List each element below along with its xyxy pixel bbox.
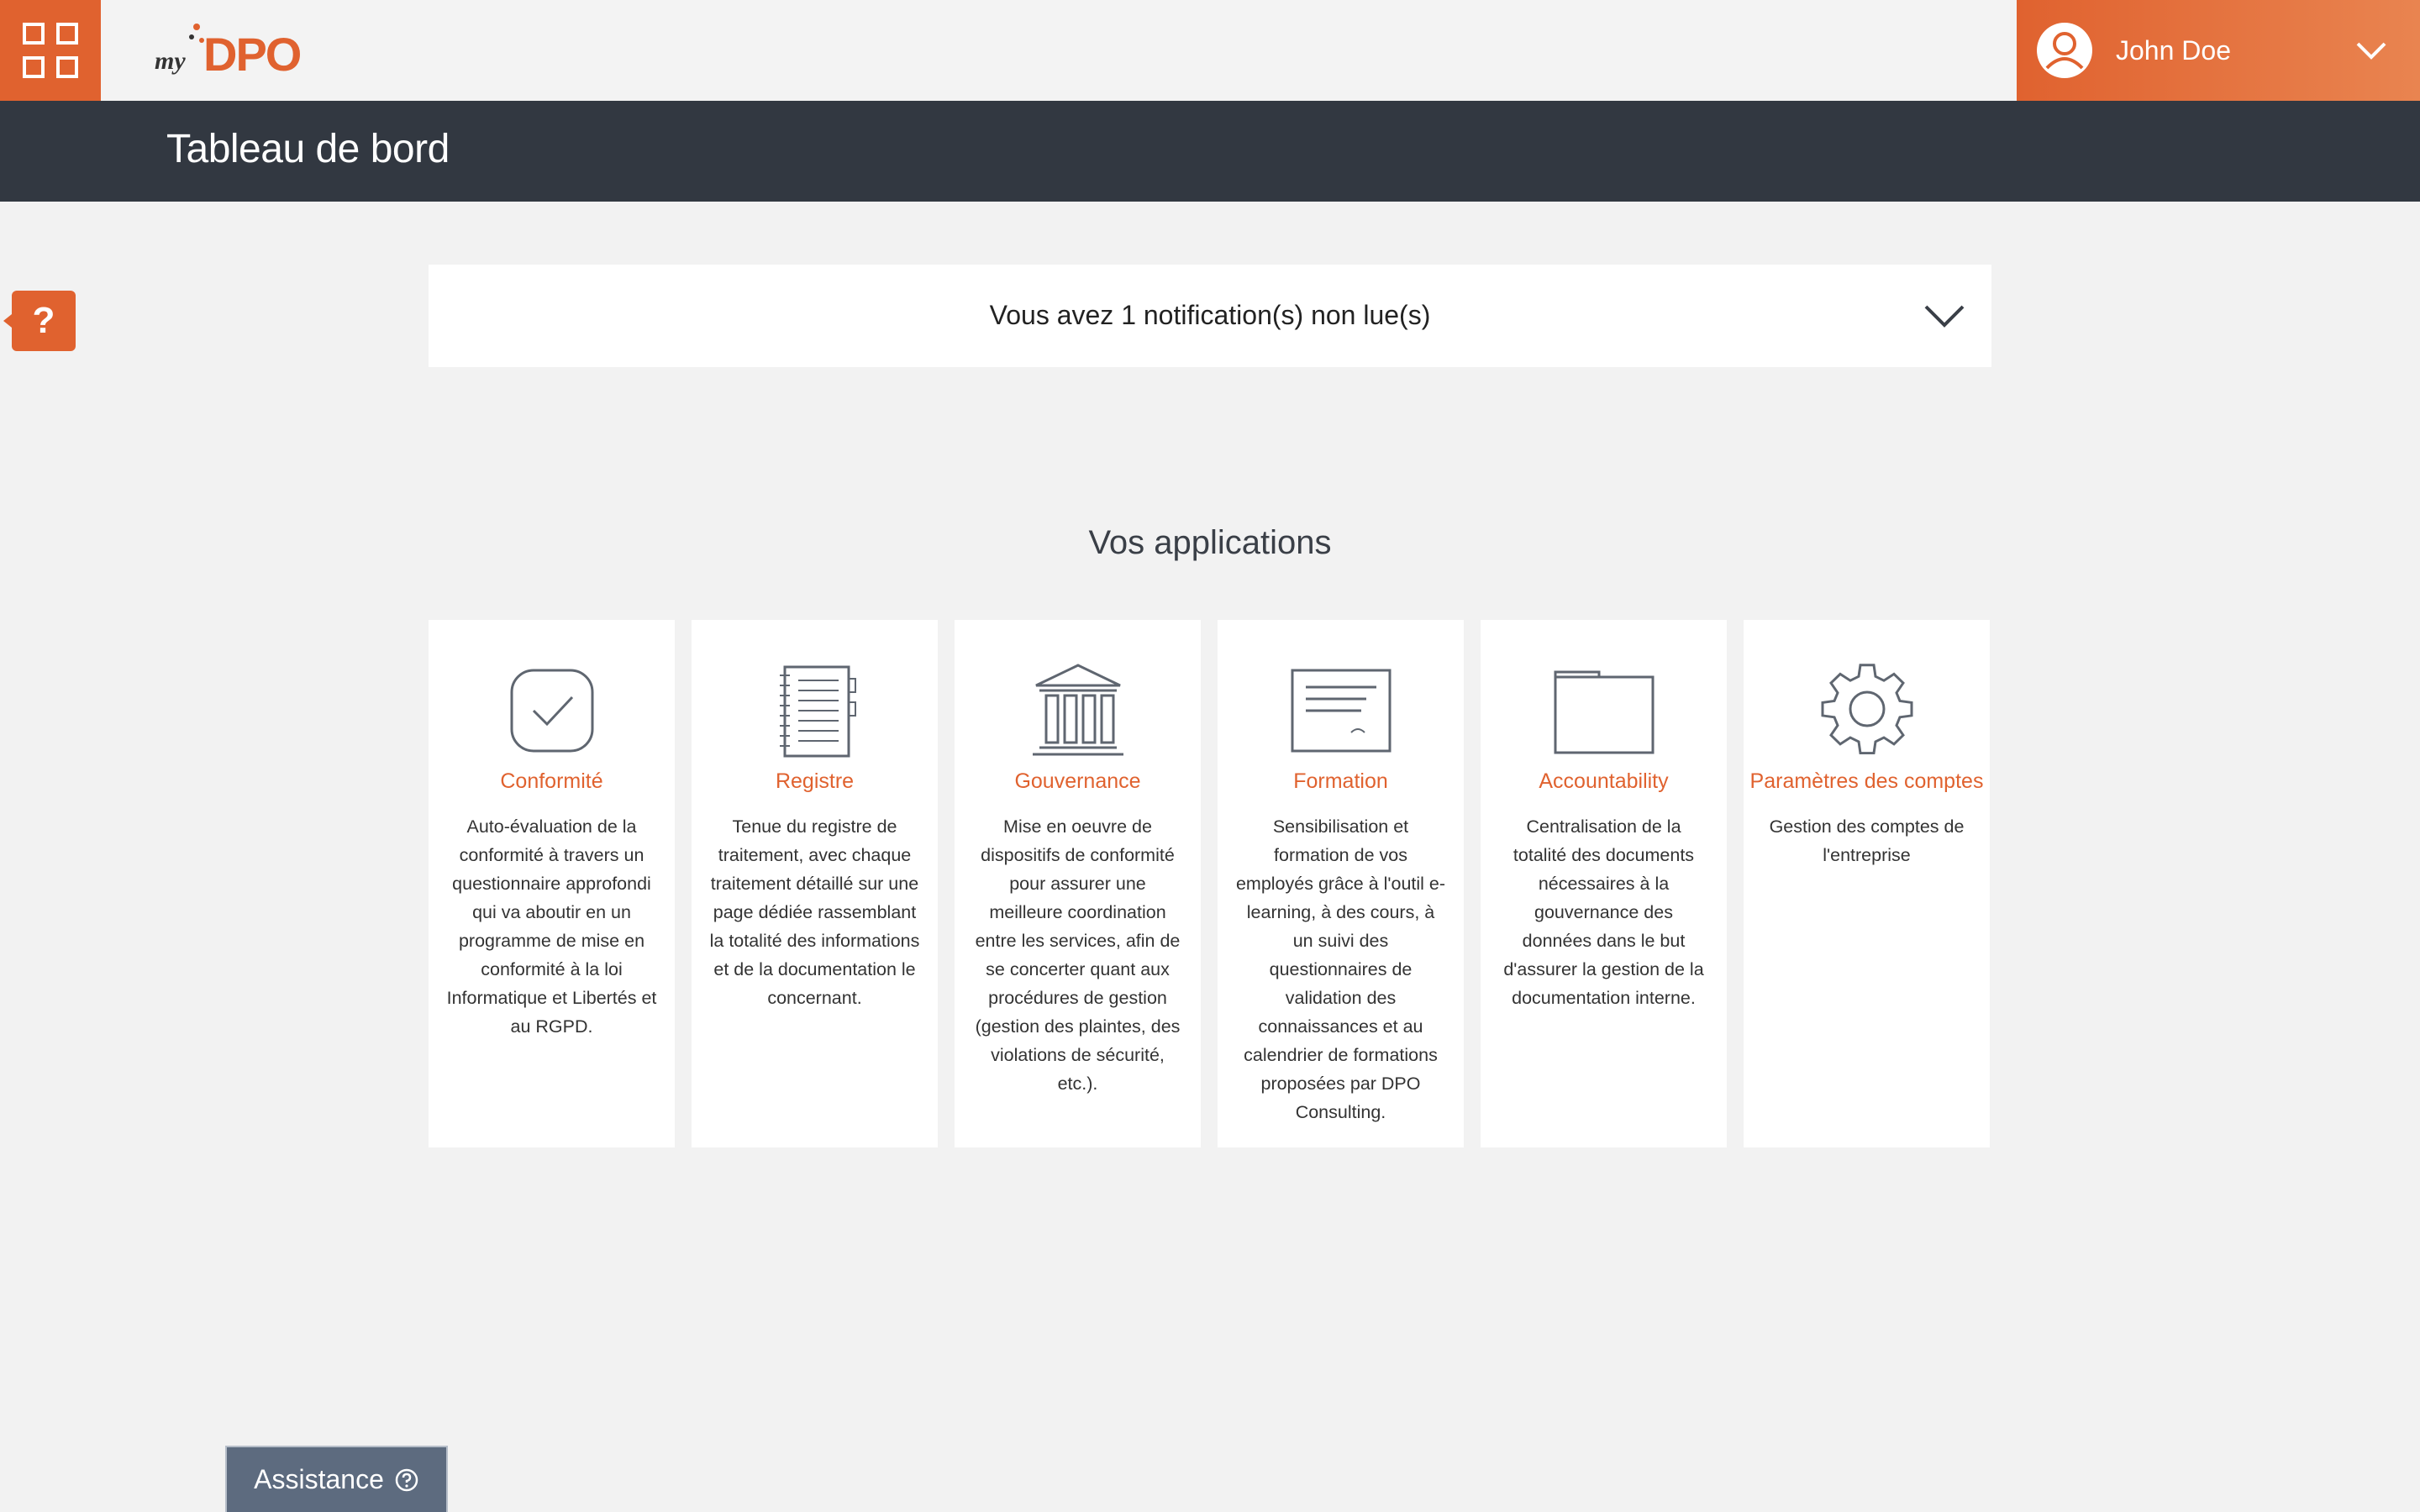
app-card-title: Paramètres des comptes bbox=[1749, 769, 1984, 793]
app-card-title: Gouvernance bbox=[1014, 769, 1141, 793]
app-card-description: Centralisation de la totalité des docume… bbox=[1503, 816, 1704, 1008]
institution-icon bbox=[1032, 664, 1123, 756]
logo-text-brand: DPO bbox=[203, 28, 301, 81]
app-card-description: Tenue du registre de traitement, avec ch… bbox=[709, 816, 920, 1008]
notebook-icon bbox=[779, 665, 856, 758]
notification-bar[interactable]: Vous avez 1 notification(s) non lue(s) bbox=[429, 265, 1991, 367]
app-card-parametres[interactable]: Paramètres des comptes Gestion des compt… bbox=[1744, 620, 1990, 1147]
page-title: Tableau de bord bbox=[166, 127, 450, 171]
app-card-description: Mise en oeuvre de dispositifs de conform… bbox=[975, 816, 1181, 1094]
app-card-title: Formation bbox=[1293, 769, 1388, 793]
check-square-icon bbox=[510, 669, 593, 753]
question-circle-icon bbox=[395, 1468, 418, 1491]
help-button[interactable]: ? bbox=[3, 291, 76, 351]
apps-grid-button[interactable] bbox=[0, 0, 101, 101]
assistance-label: Assistance bbox=[254, 1464, 384, 1494]
logo-text-my: my bbox=[155, 47, 186, 75]
user-avatar-icon bbox=[2037, 23, 2092, 78]
chevron-down-icon bbox=[2356, 42, 2386, 60]
grid-icon bbox=[23, 23, 78, 78]
notification-text: Vous avez 1 notification(s) non lue(s) bbox=[989, 300, 1431, 330]
title-bar: Tableau de bord bbox=[0, 101, 2420, 202]
top-bar: my DPO John Doe bbox=[0, 0, 2420, 101]
mydpo-logo[interactable]: my DPO bbox=[153, 18, 321, 86]
app-card-formation[interactable]: Formation Sensibilisation et formation d… bbox=[1218, 620, 1464, 1147]
user-name: John Doe bbox=[2116, 34, 2231, 66]
app-card-title: Accountability bbox=[1539, 769, 1669, 793]
assistance-button[interactable]: Assistance bbox=[225, 1446, 448, 1512]
app-card-accountability[interactable]: Accountability Centralisation de la tota… bbox=[1481, 620, 1727, 1147]
app-card-description: Auto-évaluation de la conformité à trave… bbox=[446, 816, 657, 1037]
applications-grid: Conformité Auto-évaluation de la conform… bbox=[429, 620, 1991, 1147]
app-card-title: Registre bbox=[775, 769, 855, 793]
applications-heading: Vos applications bbox=[1088, 524, 1332, 561]
app-card-registre[interactable]: Registre Tenue du registre de traitement… bbox=[692, 620, 938, 1147]
app-card-title: Conformité bbox=[500, 769, 603, 793]
user-menu[interactable]: John Doe bbox=[2017, 0, 2420, 101]
gear-icon bbox=[1821, 664, 1912, 754]
folder-icon bbox=[1554, 670, 1654, 754]
certificate-icon bbox=[1291, 669, 1391, 753]
app-card-conformite[interactable]: Conformité Auto-évaluation de la conform… bbox=[429, 620, 675, 1147]
app-card-description: Sensibilisation et formation de vos empl… bbox=[1235, 816, 1446, 1122]
app-card-description: Gestion des comptes de l'entreprise bbox=[1769, 816, 1965, 865]
app-card-gouvernance[interactable]: Gouvernance Mise en oeuvre de dispositif… bbox=[955, 620, 1201, 1147]
chevron-down-icon[interactable] bbox=[1923, 295, 1966, 339]
